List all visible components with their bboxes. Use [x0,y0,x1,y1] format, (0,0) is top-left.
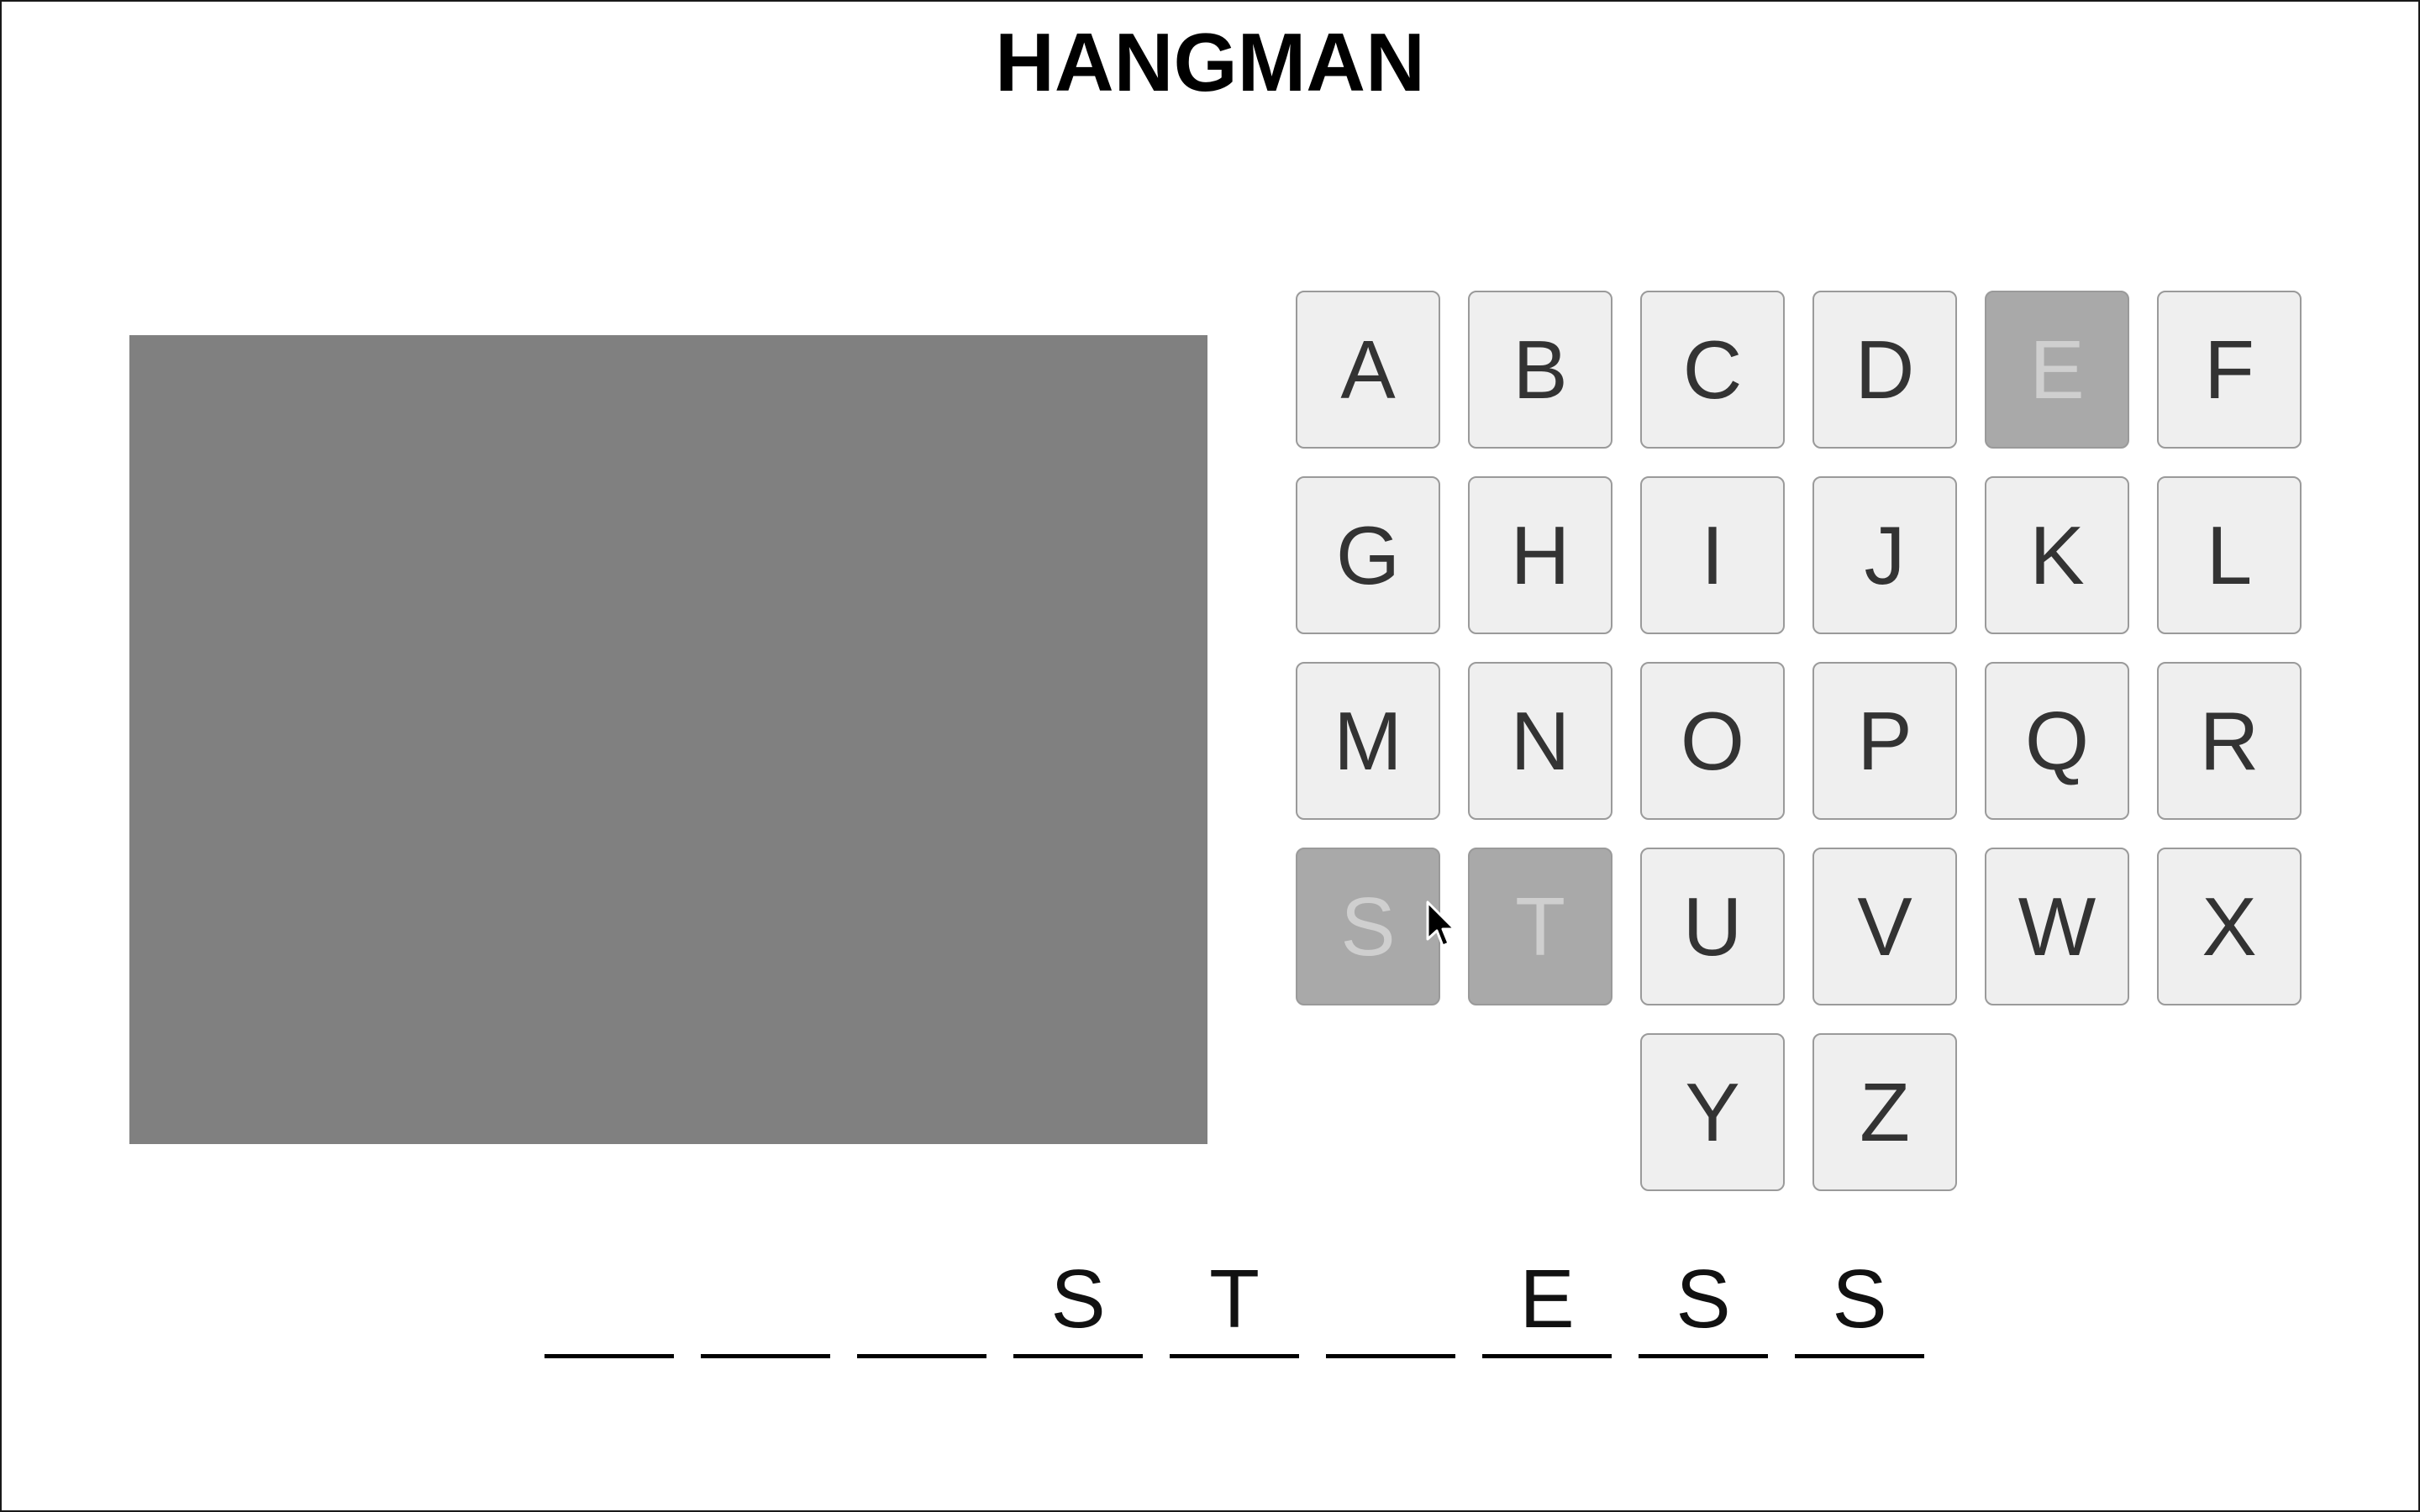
game-title: HANGMAN [995,16,1425,108]
letter-slot [1326,1243,1455,1358]
letter-key-p[interactable]: P [1812,662,1957,820]
letter-slot: T [1170,1243,1299,1358]
letter-key-i[interactable]: I [1640,476,1785,634]
letter-key-s[interactable]: S [1296,848,1440,1005]
letter-key-r[interactable]: R [2157,662,2302,820]
letter-slot: S [1013,1243,1143,1358]
letter-key-u[interactable]: U [1640,848,1785,1005]
letter-slot: S [1639,1243,1768,1358]
letter-key-y[interactable]: Y [1640,1033,1785,1191]
letter-slot [544,1243,674,1358]
letter-key-m[interactable]: M [1296,662,1440,820]
letter-key-l[interactable]: L [2157,476,2302,634]
letter-key-a[interactable]: A [1296,291,1440,449]
letter-key-b[interactable]: B [1468,291,1612,449]
letter-key-j[interactable]: J [1812,476,1957,634]
letter-key-x[interactable]: X [2157,848,2302,1005]
letter-key-g[interactable]: G [1296,476,1440,634]
letter-key-e[interactable]: E [1985,291,2129,449]
letter-key-h[interactable]: H [1468,476,1612,634]
letter-key-c[interactable]: C [1640,291,1785,449]
letter-key-w[interactable]: W [1985,848,2129,1005]
hangman-drawing-area [129,335,1207,1144]
letter-key-t[interactable]: T [1468,848,1612,1005]
letter-key-o[interactable]: O [1640,662,1785,820]
letter-slot [857,1243,986,1358]
letter-key-f[interactable]: F [2157,291,2302,449]
letter-slot: S [1795,1243,1924,1358]
letter-slot: E [1482,1243,1612,1358]
letter-key-z[interactable]: Z [1812,1033,1957,1191]
letter-slot [701,1243,830,1358]
letter-key-n[interactable]: N [1468,662,1612,820]
letter-key-k[interactable]: K [1985,476,2129,634]
letter-key-q[interactable]: Q [1985,662,2129,820]
letter-key-d[interactable]: D [1812,291,1957,449]
letter-key-v[interactable]: V [1812,848,1957,1005]
mouse-pointer-icon [1426,900,1456,948]
